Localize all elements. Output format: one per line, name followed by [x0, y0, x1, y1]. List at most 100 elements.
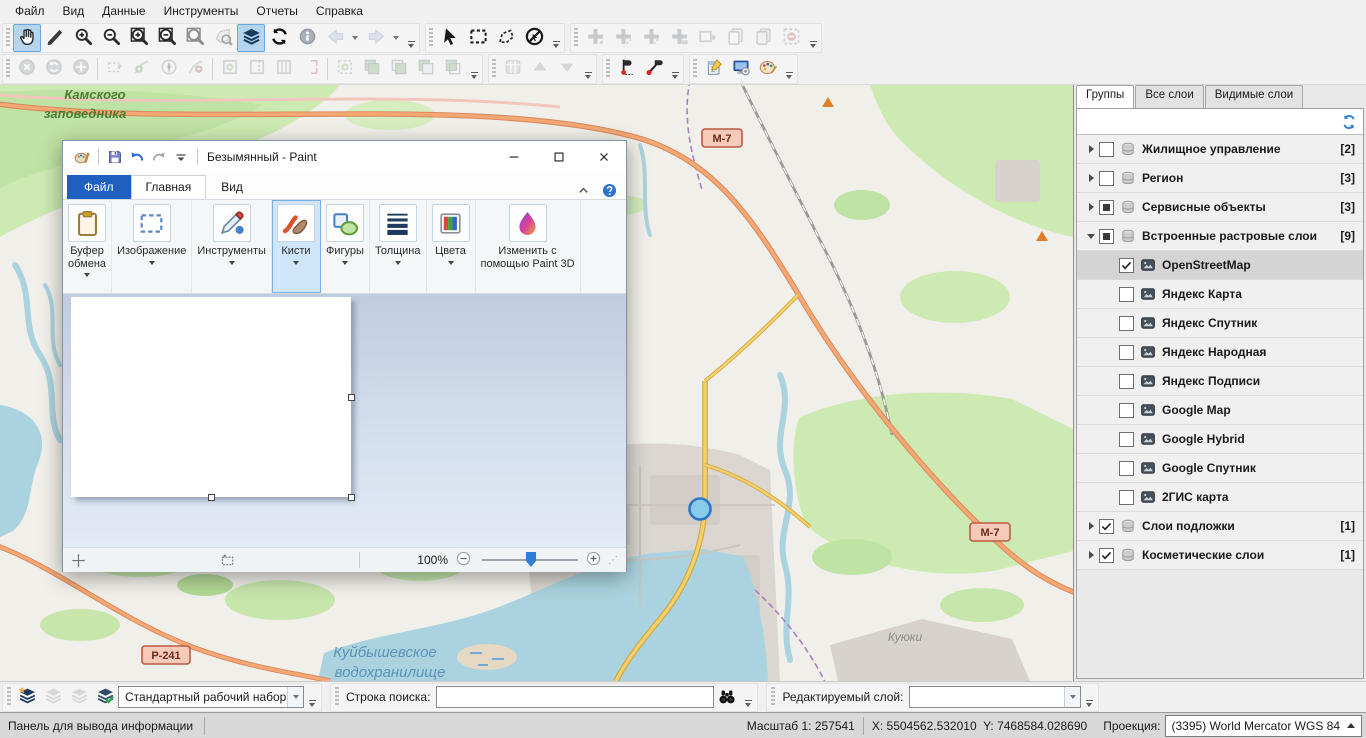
select-rect-button[interactable]: [464, 24, 492, 52]
layers-search-input[interactable]: [1081, 111, 1339, 133]
maximize-button[interactable]: [536, 141, 581, 173]
collapse-ribbon-icon[interactable]: [574, 181, 592, 199]
layer-visibility-checkbox[interactable]: [1099, 171, 1114, 186]
zoom-out-button[interactable]: [97, 24, 125, 52]
workset-combobox[interactable]: Стандартный рабочий набор: [118, 686, 304, 708]
zoom-slider-thumb[interactable]: [526, 552, 536, 567]
notes-button[interactable]: [700, 55, 727, 82]
toolbar-overflow-icon[interactable]: [669, 55, 681, 83]
chevron-down-icon[interactable]: [229, 261, 235, 265]
toolbar-grip[interactable]: [6, 59, 10, 79]
find-button[interactable]: [714, 685, 740, 709]
toolbar-overflow-icon[interactable]: [1083, 683, 1095, 711]
layer-row[interactable]: Встроенные растровые слои[9]: [1077, 222, 1363, 251]
chevron-down-icon[interactable]: [149, 261, 155, 265]
layer-row[interactable]: Слои подложки[1]: [1077, 512, 1363, 541]
layer-row[interactable]: Яндекс Спутник: [1077, 309, 1363, 338]
toolbar-grip[interactable]: [6, 28, 10, 48]
workset-check-button[interactable]: [92, 684, 118, 710]
layer-visibility-checkbox[interactable]: [1119, 403, 1134, 418]
chevron-down-icon[interactable]: [342, 261, 348, 265]
toolbar-grip[interactable]: [693, 59, 697, 79]
toolbar-overflow-icon[interactable]: [550, 24, 562, 52]
ribbon-group-colors[interactable]: Цвета: [427, 200, 476, 293]
measure-button[interactable]: [41, 24, 69, 52]
refresh-button[interactable]: [265, 24, 293, 52]
toolbar-grip[interactable]: [606, 59, 610, 79]
zoom-out-button[interactable]: [456, 551, 474, 569]
menu-item-data[interactable]: Данные: [93, 2, 154, 20]
layer-row[interactable]: OpenStreetMap: [1077, 251, 1363, 280]
ribbon-group-clipboard[interactable]: Буферобмена: [63, 200, 112, 293]
menu-item-reports[interactable]: Отчеты: [247, 2, 306, 20]
route-start-button[interactable]: [613, 55, 640, 82]
layer-visibility-checkbox[interactable]: [1119, 287, 1134, 302]
map-point-marker[interactable]: [690, 499, 711, 520]
resize-handle-right[interactable]: [348, 394, 355, 401]
zoom-slider[interactable]: [482, 551, 578, 569]
toolbar-overflow-icon[interactable]: [306, 683, 318, 711]
paint-tab-file[interactable]: Файл: [67, 175, 131, 199]
save-button[interactable]: [104, 146, 126, 168]
minimize-button[interactable]: [491, 141, 536, 173]
resize-handle-corner[interactable]: [348, 494, 355, 501]
layer-row[interactable]: Регион[3]: [1077, 164, 1363, 193]
layer-visibility-checkbox[interactable]: [1099, 142, 1114, 157]
thickness-icon[interactable]: [379, 204, 417, 242]
layer-visibility-checkbox[interactable]: [1119, 258, 1134, 273]
layer-visibility-checkbox[interactable]: [1119, 345, 1134, 360]
layer-visibility-checkbox[interactable]: [1099, 519, 1114, 534]
map-search-input[interactable]: [436, 686, 714, 708]
layer-visibility-checkbox[interactable]: [1119, 374, 1134, 389]
menu-item-help[interactable]: Справка: [307, 2, 372, 20]
toolbar-overflow-icon[interactable]: [783, 55, 795, 83]
resize-grip-icon[interactable]: ⋰: [608, 555, 618, 566]
paint-canvas[interactable]: [71, 297, 351, 497]
chevron-down-icon[interactable]: [287, 687, 303, 707]
select-polygon-button[interactable]: [492, 24, 520, 52]
paint3d-icon[interactable]: [509, 204, 547, 242]
toolbar-grip[interactable]: [574, 28, 578, 48]
menu-item-view[interactable]: Вид: [54, 2, 94, 20]
projection-combobox[interactable]: (3395) World Mercator WGS 84: [1165, 715, 1363, 737]
expand-icon[interactable]: [1083, 145, 1099, 153]
zoom-in-box-button[interactable]: [125, 24, 153, 52]
layer-row[interactable]: Яндекс Карта: [1077, 280, 1363, 309]
undo-button[interactable]: [126, 146, 148, 168]
layers-button[interactable]: [237, 24, 265, 52]
route-end-button[interactable]: [640, 55, 667, 82]
shapes-icon[interactable]: [326, 204, 364, 242]
resize-handle-bottom[interactable]: [208, 494, 215, 501]
layer-row[interactable]: Косметические слои[1]: [1077, 541, 1363, 570]
layer-row[interactable]: Яндекс Подписи: [1077, 367, 1363, 396]
editable-layer-combobox[interactable]: [909, 686, 1081, 708]
clipboard-icon[interactable]: [68, 204, 106, 242]
chevron-down-icon[interactable]: [395, 261, 401, 265]
layer-visibility-checkbox[interactable]: [1119, 432, 1134, 447]
layer-visibility-checkbox[interactable]: [1099, 200, 1114, 215]
paint-window[interactable]: Безымянный - Paint ФайлГлавнаяВид Буферо…: [62, 140, 627, 572]
ribbon-group-shapes[interactable]: Фигуры: [321, 200, 370, 293]
toolbar-overflow-icon[interactable]: [742, 683, 754, 711]
paint-tab-view[interactable]: Вид: [206, 175, 258, 199]
info-button[interactable]: [293, 24, 321, 52]
ribbon-group-tools[interactable]: Инструменты: [192, 200, 272, 293]
chevron-down-icon[interactable]: [293, 261, 299, 265]
select-cursor-button[interactable]: [436, 24, 464, 52]
layer-row[interactable]: Яндекс Народная: [1077, 338, 1363, 367]
toolbar-overflow-icon[interactable]: [405, 24, 417, 52]
tools-icon[interactable]: [213, 204, 251, 242]
layer-row[interactable]: 2ГИС карта: [1077, 483, 1363, 512]
chevron-down-icon[interactable]: [1064, 687, 1080, 707]
layer-row[interactable]: Google Hybrid: [1077, 425, 1363, 454]
pan-hand-button[interactable]: [13, 24, 41, 52]
expand-icon[interactable]: [1083, 203, 1099, 211]
layer-row[interactable]: Жилищное управление[2]: [1077, 135, 1363, 164]
close-button[interactable]: [581, 141, 626, 173]
redo-button[interactable]: [148, 146, 170, 168]
paint-work-area[interactable]: [63, 294, 626, 547]
expand-icon[interactable]: [1083, 174, 1099, 182]
paint-title-bar[interactable]: Безымянный - Paint: [63, 141, 626, 173]
layer-row[interactable]: Google Спутник: [1077, 454, 1363, 483]
menu-item-tools[interactable]: Инструменты: [155, 2, 248, 20]
